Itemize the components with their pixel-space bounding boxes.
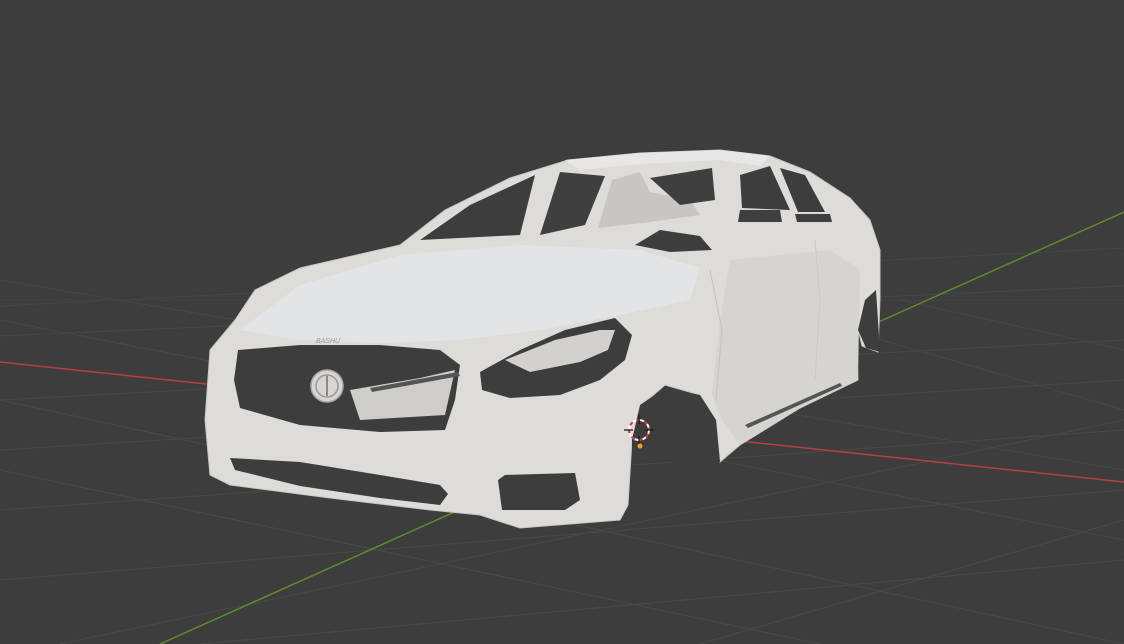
side-panel <box>712 250 860 445</box>
car-body-model[interactable]: BASHU <box>204 149 881 529</box>
3d-viewport[interactable]: BASHU <box>0 0 1124 644</box>
object-origin-point <box>637 443 643 449</box>
circle-emblem-icon <box>310 369 344 403</box>
viewport-canvas[interactable]: BASHU <box>0 0 1124 644</box>
windshield-opening <box>420 175 535 240</box>
grille-badge-text: BASHU <box>316 338 341 345</box>
grid-line <box>699 519 1124 644</box>
fog-light-opening <box>498 473 580 510</box>
grid-line <box>899 299 1124 351</box>
grid-line <box>199 559 1124 644</box>
side-window-opening-3 <box>738 210 782 222</box>
side-window-opening-4 <box>795 214 832 222</box>
